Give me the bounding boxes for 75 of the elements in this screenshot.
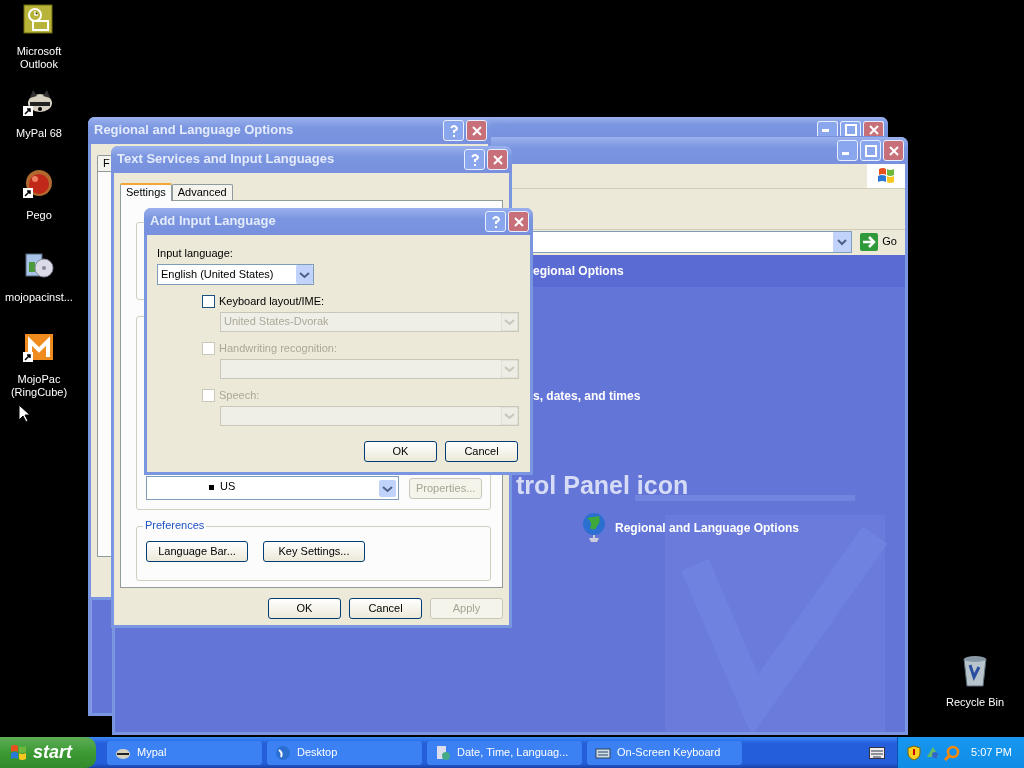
maximize-icon	[843, 123, 858, 137]
minimize-icon	[842, 152, 849, 155]
checkbox[interactable]	[202, 295, 215, 308]
settings-icon	[435, 744, 451, 761]
field-label: Input language:	[157, 247, 234, 260]
maximize-icon	[863, 143, 878, 158]
help-button[interactable]	[443, 120, 464, 141]
dialog-button[interactable]: Cancel	[349, 598, 422, 619]
clock-mail-icon[interactable]	[23, 4, 55, 36]
icon-label[interactable]: mojopacinst...	[5, 291, 73, 304]
control-panel-link[interactable]: Regional and Language Options	[615, 520, 799, 536]
minimize-icon	[822, 129, 829, 132]
ball-icon[interactable]	[23, 168, 55, 200]
dialog-button[interactable]: OK	[364, 441, 437, 462]
window-title: Text Services and Input Languages	[117, 151, 336, 168]
shield-icon[interactable]	[906, 744, 922, 761]
globe-icon[interactable]	[581, 512, 607, 544]
taskbar-button[interactable]: Date, Time, Languag...	[427, 740, 582, 765]
go-button[interactable]: Go	[856, 233, 901, 251]
list-item[interactable]: US	[220, 480, 236, 494]
window-title: Regional and Language Options	[94, 122, 295, 139]
maximize-button[interactable]	[840, 121, 861, 136]
recycle-bin-icon[interactable]	[961, 655, 989, 687]
globe-icon	[275, 744, 291, 761]
icon-label[interactable]: MyPal 68	[16, 127, 62, 140]
dropdown-arrow-icon	[501, 313, 518, 331]
checkbox-label: Speech:	[219, 389, 260, 402]
icon-label[interactable]: Pego	[26, 209, 52, 222]
close-button[interactable]	[883, 140, 904, 161]
section-header: egional Options	[533, 263, 624, 279]
scroll-down-button[interactable]	[379, 480, 396, 497]
close-button[interactable]	[508, 211, 529, 232]
taskbar-button[interactable]: Mypal	[107, 740, 262, 765]
dialog-tab[interactable]: Advanced	[171, 184, 233, 200]
start-button[interactable]: start	[0, 737, 96, 768]
arrow-icon	[860, 233, 879, 251]
dialog-button[interactable]: Language Bar...	[146, 541, 248, 562]
installed-services-list[interactable]: US	[146, 476, 399, 500]
close-button[interactable]	[863, 121, 884, 136]
close-button[interactable]	[487, 149, 508, 170]
cursor-icon	[18, 404, 30, 423]
close-icon	[490, 152, 505, 167]
dropdown-arrow-icon	[501, 360, 518, 378]
flag-icon	[10, 743, 28, 762]
maximize-button[interactable]	[860, 140, 881, 161]
keyboard-icon[interactable]	[869, 746, 885, 759]
icon-label[interactable]: Microsoft Outlook	[0, 45, 78, 71]
clock: 5:07 PM	[971, 745, 1012, 760]
dialog-button[interactable]: OK	[268, 598, 341, 619]
taskbar-button[interactable]: On-Screen Keyboard	[587, 740, 742, 765]
help-button[interactable]	[485, 211, 506, 232]
checkbox-label: Handwriting recognition:	[219, 342, 337, 355]
dialog-button[interactable]: Cancel	[445, 441, 518, 462]
m-logo-icon[interactable]	[23, 332, 55, 364]
close-button[interactable]	[466, 120, 487, 141]
minimize-button[interactable]	[837, 140, 858, 161]
help-button[interactable]	[464, 149, 485, 170]
icon-label[interactable]: MojoPac (RingCube)	[0, 373, 78, 399]
close-icon	[866, 123, 881, 137]
dialog-tab[interactable]: Settings	[120, 183, 172, 201]
taskbar-button[interactable]: Desktop	[267, 740, 422, 765]
dropdown-arrow-icon	[501, 407, 518, 425]
section-text: s, dates, and times	[533, 389, 641, 403]
close-icon	[469, 123, 484, 138]
close-icon	[511, 214, 526, 229]
icon-label[interactable]: Recycle Bin	[945, 696, 1005, 709]
language-dropdown[interactable]: English (United States)	[157, 264, 314, 285]
checkbox-label: Keyboard layout/IME:	[219, 295, 325, 308]
close-icon	[886, 143, 901, 158]
minimize-button[interactable]	[817, 121, 838, 136]
bullet-icon	[209, 485, 214, 490]
window-title: Add Input Language	[150, 213, 277, 230]
flag-icon	[867, 164, 905, 188]
page-heading: trol Panel icon	[516, 471, 689, 499]
dialog-button[interactable]: Key Settings...	[263, 541, 365, 562]
